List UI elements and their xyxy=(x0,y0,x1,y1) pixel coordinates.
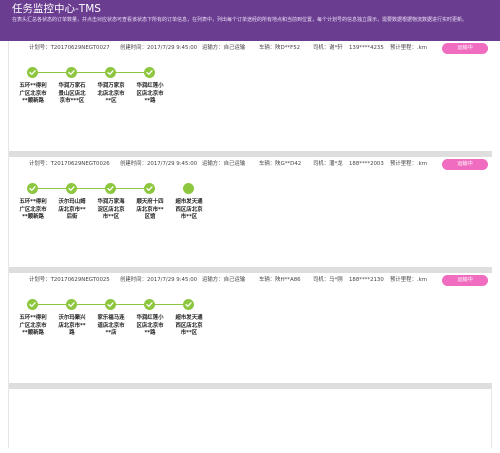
stop-label: 五环**得利广区北京市**顺新路 xyxy=(19,199,47,221)
plan-number: 计划号：T20170629NEGT0026 xyxy=(29,161,110,167)
checkmark-icon xyxy=(68,186,75,191)
transport-method: 运输方：自己运输 xyxy=(202,161,246,167)
stop-label: 超市发天通西区店北京市**区 xyxy=(175,199,203,221)
driver-name: 司机：马*刚 xyxy=(313,277,343,283)
stop-label: 华润红莲小区店北京市**路 xyxy=(136,83,164,105)
checkmark-icon xyxy=(107,302,114,307)
stop-label: 华润红莲小区店北京市**路 xyxy=(136,315,164,337)
stop-node xyxy=(144,183,155,194)
stop-node xyxy=(66,183,77,194)
task-card: 计划号：T20170629NEGT0025 创建时间：2017/7/29 9:4… xyxy=(9,273,492,383)
stop-label: 五环**得利广区北京市**顺新路 xyxy=(19,83,47,105)
stop-label: 华润万家海淀区店北京市**区 xyxy=(97,199,125,221)
checkmark-icon xyxy=(29,302,36,307)
transport-method: 运输方：自己运输 xyxy=(202,277,246,283)
route-track: 五环**得利广区北京市**顺新路 沃尔玛山姆店北京市**后街 华润万家海淀区店北… xyxy=(9,177,492,257)
checkmark-icon xyxy=(29,70,36,75)
transport-method: 运输方：自己运输 xyxy=(202,45,246,51)
stop-node xyxy=(105,67,116,78)
status-button[interactable]: 运输中 xyxy=(442,275,488,286)
task-info-row: 计划号：T20170629NEGT0027 创建时间：2017/7/29 9:4… xyxy=(9,41,492,55)
task-info-row: 计划号：T20170629NEGT0026 创建时间：2017/7/29 9:4… xyxy=(9,157,492,171)
checkmark-icon xyxy=(107,70,114,75)
task-list: 计划号：T20170629NEGT0027 创建时间：2017/7/29 9:4… xyxy=(8,41,492,448)
stop-node xyxy=(66,299,77,310)
stop-node xyxy=(27,183,38,194)
stop-node xyxy=(27,299,38,310)
checkmark-icon xyxy=(185,302,192,307)
checkmark-icon xyxy=(146,302,153,307)
created-time: 创建时间：2017/7/29 9:45:00 xyxy=(120,45,198,51)
task-card: 计划号：T20170629NEGT0026 创建时间：2017/7/29 9:4… xyxy=(9,157,492,267)
plan-number: 计划号：T20170629NEGT0027 xyxy=(29,45,110,51)
stop-label: 华润万家京北店北京市**区 xyxy=(97,83,125,105)
checkmark-icon xyxy=(68,302,75,307)
checkmark-icon xyxy=(146,186,153,191)
estimated-mileage: 预计里程：.km xyxy=(390,45,428,51)
vehicle-plate: 车辆：陕D**F52 xyxy=(259,45,301,51)
driver-name: 司机：谢*轩 xyxy=(313,45,343,51)
page-title: 任务监控中心-TMS xyxy=(12,3,101,15)
stop-node xyxy=(144,299,155,310)
status-button[interactable]: 运输中 xyxy=(442,159,488,170)
driver-name: 司机：潘*龙 xyxy=(313,161,343,167)
created-time: 创建时间：2017/7/29 9:45:00 xyxy=(120,161,198,167)
checkmark-icon xyxy=(146,70,153,75)
stop-node xyxy=(66,67,77,78)
plan-number: 计划号：T20170629NEGT0025 xyxy=(29,277,110,283)
task-card: 计划号：T20170629NEGT0027 创建时间：2017/7/29 9:4… xyxy=(9,41,492,151)
route-track: 五环**得利广区北京市**顺新路 沃尔玛聚兴店北京市**路 家乐福马连道店北京市… xyxy=(9,293,492,373)
stop-node xyxy=(27,67,38,78)
driver-phone: 188****2130 xyxy=(349,277,384,283)
checkmark-icon xyxy=(68,70,75,75)
task-divider xyxy=(9,383,492,389)
dot-icon xyxy=(183,183,194,194)
stop-label: 五环**得利广区北京市**顺新路 xyxy=(19,315,47,337)
driver-phone: 188****2003 xyxy=(349,161,384,167)
route-track: 五环**得利广区北京市**顺新路 华润万家石景山区店北京市***区 华润万家京北… xyxy=(9,61,492,141)
stop-label: 顺天府十四店北京市**区馆 xyxy=(136,199,164,221)
stop-node xyxy=(144,67,155,78)
page-description: 在表头汇总各状态的订单数量，并点击对应状态可查看该状态下所有的订单信息，在列表中… xyxy=(12,17,468,23)
stop-label: 华润万家石景山区店北京市***区 xyxy=(58,83,86,105)
task-info-row: 计划号：T20170629NEGT0025 创建时间：2017/7/29 9:4… xyxy=(9,273,492,287)
app-header: 任务监控中心-TMS 在表头汇总各状态的订单数量，并点击对应状态可查看该状态下所… xyxy=(0,0,500,41)
checkmark-icon xyxy=(107,186,114,191)
status-button[interactable]: 运输中 xyxy=(442,43,488,54)
driver-phone: 139****4235 xyxy=(349,45,384,51)
estimated-mileage: 预计里程：.km xyxy=(390,161,428,167)
stop-node xyxy=(183,299,194,310)
created-time: 创建时间：2017/7/29 9:45:00 xyxy=(120,277,198,283)
stop-label: 超市发天通西区店北京市**区 xyxy=(175,315,203,337)
estimated-mileage: 预计里程：.km xyxy=(390,277,428,283)
stop-label: 沃尔玛聚兴店北京市**路 xyxy=(58,315,86,337)
vehicle-plate: 车辆：陕G**D42 xyxy=(259,161,302,167)
stop-label: 家乐福马连道店北京市**店 xyxy=(97,315,125,337)
stop-node xyxy=(105,183,116,194)
stop-label: 沃尔玛山姆店北京市**后街 xyxy=(58,199,86,221)
stop-node xyxy=(105,299,116,310)
vehicle-plate: 车辆：陕H**A86 xyxy=(259,277,301,283)
checkmark-icon xyxy=(29,186,36,191)
